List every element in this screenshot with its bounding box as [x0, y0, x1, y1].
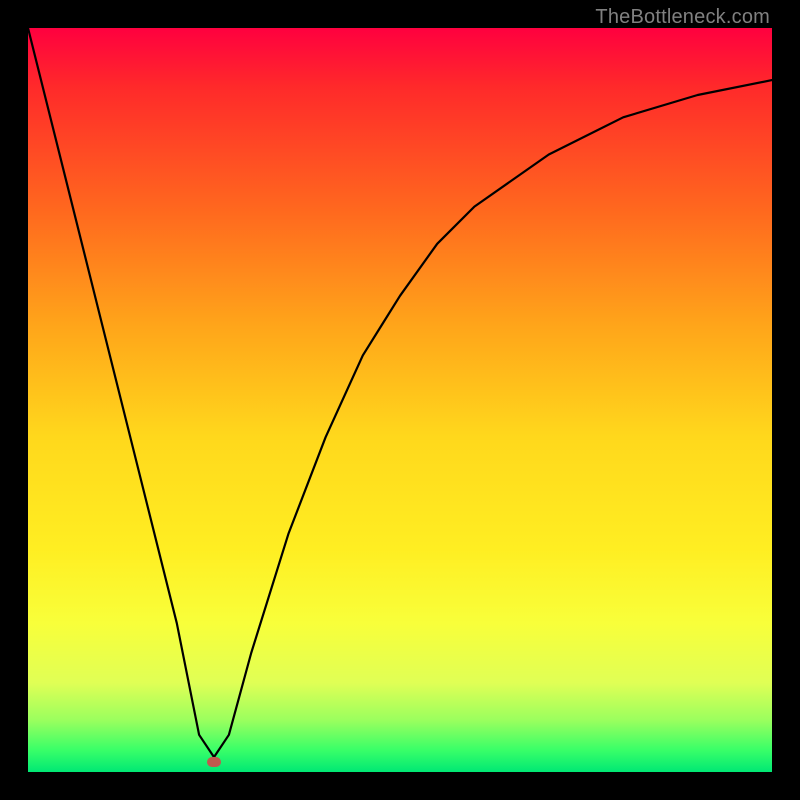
bottleneck-curve	[28, 28, 772, 772]
chart-plot-area	[28, 28, 772, 772]
optimal-point-marker	[207, 757, 221, 767]
watermark-text: TheBottleneck.com	[595, 6, 770, 29]
